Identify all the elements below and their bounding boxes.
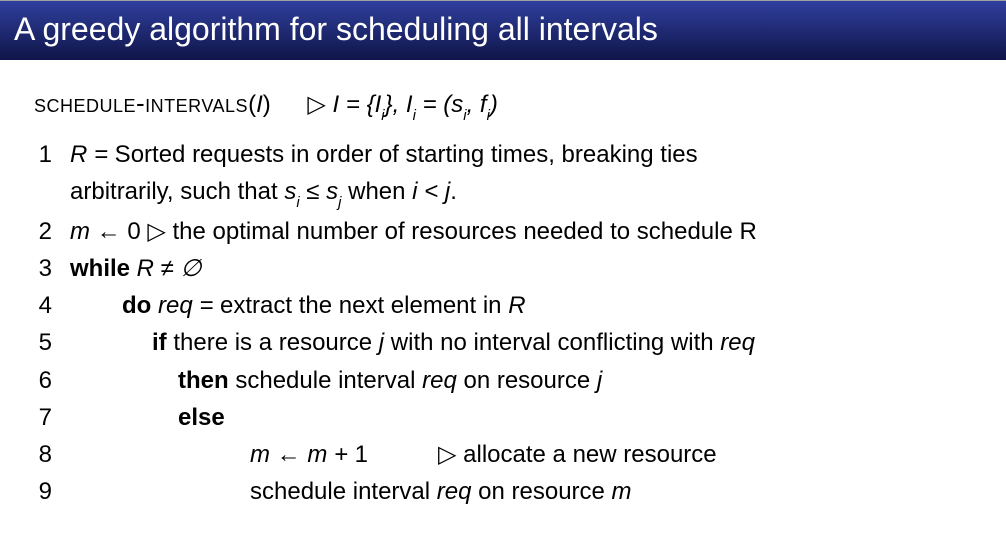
line-number: 9 (34, 473, 70, 510)
algo-line-1: 1 R = Sorted requests in order of starti… (34, 136, 972, 213)
line-number: 1 (34, 136, 70, 213)
line-number: 5 (34, 324, 70, 361)
line-code: schedule interval req on resource m (70, 473, 972, 510)
algo-line-2: 2 m ← 0 ▷ the optimal number of resource… (34, 213, 972, 250)
algo-line-9: 9 schedule interval req on resource m (34, 473, 972, 510)
sc-a: I = {I (326, 91, 381, 118)
algo-line-3: 3 while R ≠ ∅ (34, 250, 972, 287)
l4-a: do (122, 292, 151, 319)
line-number: 6 (34, 362, 70, 399)
line-code: if there is a resource j with no interva… (70, 324, 972, 361)
l5-b: there is a resource (167, 329, 379, 356)
l4-b: req = (151, 292, 213, 319)
algo-line-4: 4 do req = extract the next element in R (34, 287, 972, 324)
sc-d: , f (467, 91, 487, 118)
line-number: 8 (34, 436, 70, 473)
l6-c: req (422, 367, 457, 394)
l2-c: ▷ (141, 218, 173, 245)
line-code: do req = extract the next element in R (70, 287, 972, 324)
line-code: m ← m + 1 ▷ allocate a new resource (70, 436, 972, 473)
algo-line-7: 7 else (34, 399, 972, 436)
l9-d: m (612, 478, 632, 505)
algo-line-8: 8 m ← m + 1 ▷ allocate a new resource (34, 436, 972, 473)
sc-c: = (s (416, 91, 463, 118)
l9-c: on resource (471, 478, 611, 505)
line-code: else (70, 399, 972, 436)
l4-c: extract the next element in (213, 292, 508, 319)
l1-h: i < j (412, 178, 450, 205)
l2-d: the optimal number of resources needed t… (172, 218, 756, 245)
l8-d: allocate a new resource (463, 441, 716, 468)
l1-g: when (341, 178, 412, 205)
l3-a: while (70, 255, 130, 282)
l1-a: R = (70, 141, 108, 168)
triangle-icon: ▷ (307, 91, 325, 118)
l1-subi: i (296, 195, 299, 211)
sc-sub-i3: i (463, 108, 466, 124)
line-code: m ← 0 ▷ the optimal number of resources … (70, 213, 972, 250)
l9-a: schedule interval (250, 478, 437, 505)
l1-d: s (284, 178, 296, 205)
signature-comment: ▷ I = {Ii}, Ii = (si, fi) (307, 90, 497, 122)
l3-b: R ≠ ∅ (130, 255, 201, 282)
algo-line-5: 5 if there is a resource j with no inter… (34, 324, 972, 361)
l7-a: else (178, 404, 225, 431)
line-number: 4 (34, 287, 70, 324)
paren-open: ( (248, 91, 256, 118)
line-number: 3 (34, 250, 70, 287)
algorithm-body: 1 R = Sorted requests in order of starti… (34, 136, 972, 511)
l6-e: j (597, 367, 602, 394)
proc-name: schedule-intervals (34, 88, 248, 118)
l8-c: ▷ (438, 441, 463, 468)
l2-a: m ← (70, 218, 127, 245)
line-number: 2 (34, 213, 70, 250)
slide-title: A greedy algorithm for scheduling all in… (0, 0, 1006, 60)
line-code: R = Sorted requests in order of starting… (70, 136, 972, 213)
slide-content: schedule-intervals(I) ▷ I = {Ii}, Ii = (… (0, 60, 1006, 520)
sc-sub-i1: i (381, 108, 384, 124)
paren-close: ) (263, 91, 271, 118)
l4-d: R (508, 292, 525, 319)
l1-b: Sorted requests in order of starting tim… (108, 141, 698, 168)
algo-line-6: 6 then schedule interval req on resource… (34, 362, 972, 399)
sc-sub-i4: i (487, 108, 490, 124)
l1-subj: j (338, 195, 341, 211)
l6-a: then (178, 367, 229, 394)
l6-b: schedule interval (229, 367, 422, 394)
sc-sub-i2: i (413, 108, 416, 124)
l1-e: ≤ (300, 178, 327, 205)
l1-f: s (326, 178, 338, 205)
l5-e: req (720, 329, 755, 356)
l6-d: on resource (457, 367, 597, 394)
l1-c: arbitrarily, such that (70, 178, 284, 205)
sc-e: ) (490, 91, 498, 118)
l5-a: if (152, 329, 167, 356)
l5-d: with no interval conflicting with (384, 329, 720, 356)
line-code: while R ≠ ∅ (70, 250, 972, 287)
algorithm-signature: schedule-intervals(I) ▷ I = {Ii}, Ii = (… (34, 88, 972, 122)
line-number: 7 (34, 399, 70, 436)
sc-b: }, I (385, 91, 413, 118)
l8-a: m ← m + (250, 441, 355, 468)
line-code: then schedule interval req on resource j (70, 362, 972, 399)
l9-b: req (437, 478, 472, 505)
l8-b: 1 (355, 441, 368, 468)
proc-arg: I (256, 91, 263, 118)
l2-b: 0 (127, 218, 140, 245)
l1-i: . (450, 178, 457, 205)
